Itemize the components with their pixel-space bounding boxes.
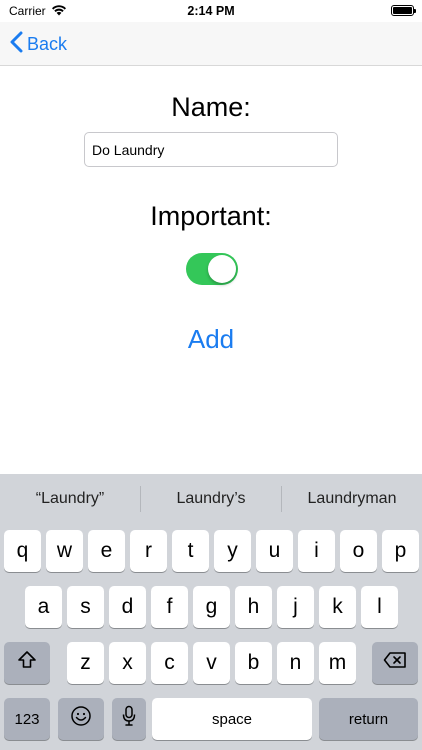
shift-icon [17, 650, 37, 676]
key-e[interactable]: e [88, 530, 125, 572]
key-q[interactable]: q [4, 530, 41, 572]
suggestion-3[interactable]: Laundryman [282, 490, 422, 508]
key-l[interactable]: l [361, 586, 398, 628]
key-x[interactable]: x [109, 642, 146, 684]
shift-key[interactable] [4, 642, 50, 684]
status-time: 2:14 PM [187, 4, 235, 18]
key-d[interactable]: d [109, 586, 146, 628]
emoji-icon [70, 705, 92, 733]
suggestion-2[interactable]: Laundry’s [141, 490, 281, 508]
status-right [391, 5, 416, 16]
dictation-key[interactable] [112, 698, 146, 740]
return-key[interactable]: return [319, 698, 418, 740]
key-t[interactable]: t [172, 530, 209, 572]
key-c[interactable]: c [151, 642, 188, 684]
important-toggle[interactable] [186, 253, 238, 285]
name-input[interactable] [84, 132, 338, 167]
numbers-key[interactable]: 123 [4, 698, 50, 740]
suggestion-1[interactable]: “Laundry” [0, 490, 140, 508]
key-s[interactable]: s [67, 586, 104, 628]
key-n[interactable]: n [277, 642, 314, 684]
microphone-icon [122, 705, 136, 733]
key-a[interactable]: a [25, 586, 62, 628]
back-label: Back [27, 34, 68, 54]
key-k[interactable]: k [319, 586, 356, 628]
key-p[interactable]: p [382, 530, 419, 572]
key-o[interactable]: o [340, 530, 377, 572]
delete-key[interactable] [372, 642, 418, 684]
key-j[interactable]: j [277, 586, 314, 628]
name-label: Name: [171, 92, 251, 122]
navigation-bar: Back [0, 22, 422, 66]
key-y[interactable]: y [214, 530, 251, 572]
space-key[interactable]: space [152, 698, 312, 740]
key-g[interactable]: g [193, 586, 230, 628]
toggle-knob [208, 255, 236, 283]
key-b[interactable]: b [235, 642, 272, 684]
back-button[interactable]: Back [10, 31, 67, 58]
keyboard: “Laundry” Laundry’s Laundryman q w e r t… [0, 474, 422, 750]
key-f[interactable]: f [151, 586, 188, 628]
key-h[interactable]: h [235, 586, 272, 628]
emoji-key[interactable] [58, 698, 104, 740]
add-button[interactable]: Add [0, 324, 422, 355]
key-m[interactable]: m [319, 642, 356, 684]
backspace-icon [383, 651, 407, 675]
key-i[interactable]: i [298, 530, 335, 572]
important-label: Important: [150, 201, 272, 231]
key-v[interactable]: v [193, 642, 230, 684]
key-w[interactable]: w [46, 530, 83, 572]
chevron-left-icon [10, 31, 23, 58]
key-u[interactable]: u [256, 530, 293, 572]
key-z[interactable]: z [67, 642, 104, 684]
battery-icon [391, 5, 416, 16]
suggestion-bar: “Laundry” Laundry’s Laundryman [0, 474, 422, 524]
key-r[interactable]: r [130, 530, 167, 572]
status-bar: Carrier 2:14 PM [0, 0, 422, 22]
